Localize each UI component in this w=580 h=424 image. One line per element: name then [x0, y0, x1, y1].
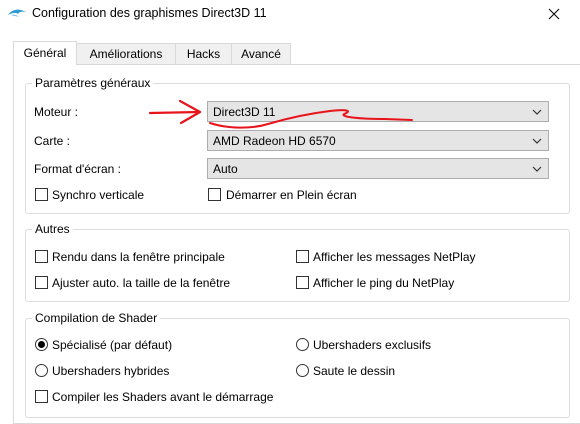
- render-main-label[interactable]: Rendu dans la fenêtre principale: [52, 250, 225, 264]
- window-title: Configuration des graphismes Direct3D 11: [32, 6, 267, 20]
- group-title: Autres: [32, 222, 73, 236]
- tab-label: Hacks: [186, 47, 221, 61]
- adapter-dropdown[interactable]: AMD Radeon HD 6570: [207, 130, 549, 151]
- tab-advanced[interactable]: Avancé: [231, 43, 291, 64]
- close-button[interactable]: [534, 0, 580, 30]
- netplay-ping-checkbox[interactable]: [296, 276, 309, 289]
- hybrid-ubershaders-radio[interactable]: [35, 364, 48, 377]
- exclusive-ubershaders-radio[interactable]: [296, 338, 309, 351]
- vsync-checkbox[interactable]: [35, 188, 48, 201]
- tab-hacks[interactable]: Hacks: [175, 43, 232, 64]
- dolphin-icon: [8, 9, 26, 17]
- chevron-down-icon: [532, 109, 542, 115]
- backend-value: Direct3D 11: [213, 105, 276, 119]
- aspect-label: Format d'écran :: [34, 162, 121, 176]
- auto-size-label[interactable]: Ajuster auto. la taille de la fenêtre: [52, 276, 230, 290]
- fullscreen-checkbox[interactable]: [208, 188, 221, 201]
- group-title: Paramètres généraux: [32, 76, 154, 90]
- tab-label: Améliorations: [89, 47, 163, 61]
- tab-label: Général: [23, 46, 67, 60]
- netplay-ping-label[interactable]: Afficher le ping du NetPlay: [313, 276, 454, 290]
- specialized-radio[interactable]: [35, 338, 48, 351]
- skip-drawing-radio[interactable]: [296, 364, 309, 377]
- netplay-messages-checkbox[interactable]: [296, 250, 309, 263]
- auto-size-checkbox[interactable]: [35, 276, 48, 289]
- netplay-messages-label[interactable]: Afficher les messages NetPlay: [313, 250, 476, 264]
- other-group: Autres: [25, 222, 570, 302]
- vsync-label[interactable]: Synchro verticale: [52, 188, 144, 202]
- chevron-down-icon: [532, 138, 542, 144]
- adapter-label: Carte :: [34, 134, 71, 148]
- title-bar: Configuration des graphismes Direct3D 11: [0, 0, 580, 30]
- precompile-label[interactable]: Compiler les Shaders avant le démarrage: [52, 390, 273, 404]
- specialized-label[interactable]: Spécialisé (par défaut): [52, 338, 172, 352]
- tab-general[interactable]: Général: [13, 41, 77, 65]
- backend-label: Moteur :: [34, 105, 79, 119]
- backend-dropdown[interactable]: Direct3D 11: [207, 101, 549, 122]
- exclusive-ubershaders-label[interactable]: Ubershaders exclusifs: [313, 338, 431, 352]
- aspect-dropdown[interactable]: Auto: [207, 158, 549, 179]
- tab-label: Avancé: [241, 47, 281, 61]
- chevron-down-icon: [532, 166, 542, 172]
- hybrid-ubershaders-label[interactable]: Ubershaders hybrides: [52, 364, 169, 378]
- radio-selected-dot: [38, 341, 45, 348]
- aspect-value: Auto: [213, 162, 238, 176]
- render-main-checkbox[interactable]: [35, 250, 48, 263]
- precompile-checkbox[interactable]: [35, 390, 48, 403]
- close-icon: [548, 8, 560, 20]
- group-title: Compilation de Shader: [32, 311, 161, 325]
- skip-drawing-label[interactable]: Saute le dessin: [313, 364, 395, 378]
- adapter-value: AMD Radeon HD 6570: [213, 134, 336, 148]
- tab-enhancements[interactable]: Améliorations: [76, 43, 176, 64]
- fullscreen-label[interactable]: Démarrer en Plein écran: [226, 188, 357, 202]
